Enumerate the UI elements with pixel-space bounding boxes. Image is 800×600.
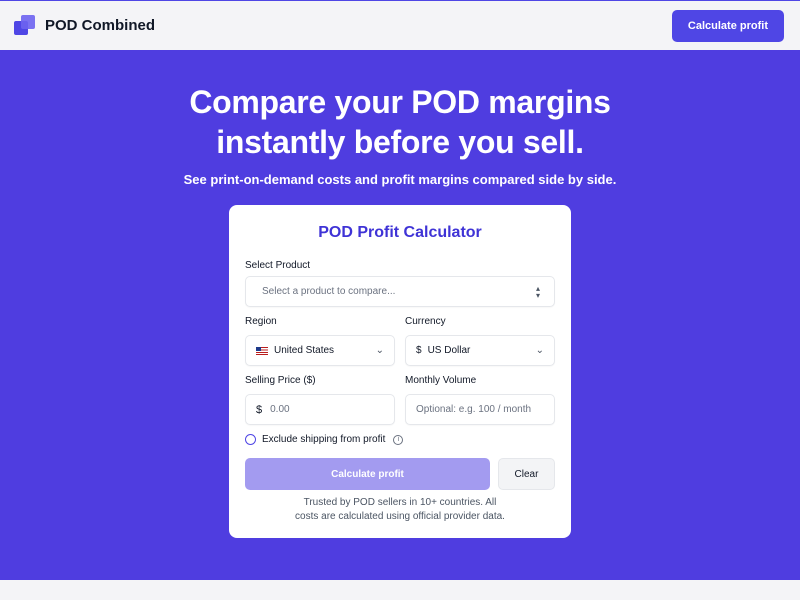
monthly-volume-label: Monthly Volume <box>405 375 477 386</box>
calculate-profit-button[interactable]: Calculate profit <box>245 458 490 490</box>
currency-select[interactable]: $ US Dollar ⌄ <box>405 335 555 366</box>
hero-title-line1: Compare your POD margins <box>189 84 611 120</box>
info-icon[interactable]: i <box>393 434 404 445</box>
hero-title: Compare your POD margins instantly befor… <box>0 82 800 162</box>
product-select-placeholder: Select a product to compare... <box>262 286 396 297</box>
us-flag-icon <box>256 346 268 355</box>
trust-note-line1: Trusted by POD sellers in 10+ countries.… <box>303 497 497 508</box>
nav-calculate-profit-button[interactable]: Calculate profit <box>671 9 784 42</box>
brand-name: POD Combined <box>45 17 156 34</box>
currency-label: Currency <box>405 316 446 327</box>
exclude-shipping-label: Exclude shipping from profit <box>262 434 386 445</box>
logo-icon <box>14 14 36 37</box>
hero-title-line2: instantly before you sell. <box>216 124 584 160</box>
footer-strip <box>0 580 800 600</box>
chevron-down-icon: ⌄ <box>375 344 384 356</box>
top-navbar: POD Combined Calculate profit <box>0 0 800 50</box>
selling-price-placeholder: 0.00 <box>270 404 290 415</box>
exclude-shipping-option[interactable]: Exclude shipping from profit i <box>245 434 404 445</box>
trust-note: Trusted by POD sellers in 10+ countries.… <box>245 496 555 524</box>
exclude-shipping-checkbox[interactable] <box>245 434 256 445</box>
price-prefix: $ <box>256 403 263 416</box>
chevron-down-icon: ⌄ <box>535 344 544 356</box>
region-select[interactable]: United States ⌄ <box>245 335 395 366</box>
brand[interactable]: POD Combined <box>14 14 156 37</box>
monthly-volume-placeholder: Optional: e.g. 100 / month <box>416 404 532 415</box>
currency-symbol: $ <box>416 345 422 356</box>
region-label: Region <box>245 316 277 327</box>
trust-note-line2: costs are calculated using official prov… <box>295 511 505 522</box>
selling-price-input[interactable]: $ 0.00 <box>245 394 395 425</box>
clear-button[interactable]: Clear <box>498 458 555 490</box>
product-label: Select Product <box>245 260 311 271</box>
chevron-up-down-icon: ▴ ▾ <box>535 283 540 300</box>
hero-subtitle: See print-on-demand costs and profit mar… <box>183 172 617 187</box>
calculator-title: POD Profit Calculator <box>318 224 482 241</box>
region-value: United States <box>274 345 335 356</box>
monthly-volume-input[interactable]: Optional: e.g. 100 / month <box>405 394 555 425</box>
selling-price-label: Selling Price ($) <box>245 375 316 386</box>
currency-value: US Dollar <box>427 345 471 356</box>
product-select[interactable]: Select a product to compare... ▴ ▾ <box>245 276 555 307</box>
